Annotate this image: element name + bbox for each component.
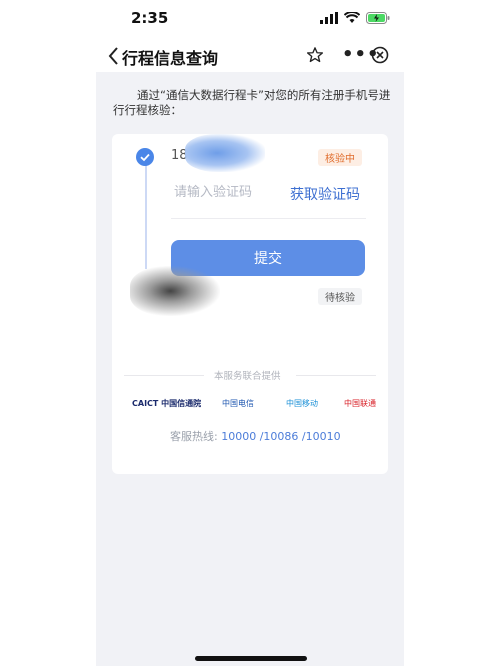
- home-indicator: [195, 656, 307, 661]
- china-mobile-logo: 中国移动: [286, 399, 318, 408]
- description-text: 通过“通信大数据行程卡”对您的所有注册手机号进行行程核验：: [113, 88, 391, 117]
- hotline-number-mobile[interactable]: /10086: [260, 430, 299, 443]
- blurred-phone-number-2: [130, 266, 220, 316]
- status-icons: [320, 12, 390, 24]
- close-circle-icon[interactable]: [371, 46, 389, 64]
- caict-logo: CAICT 中国信通院: [132, 399, 202, 408]
- china-telecom-logo: 中国电信: [222, 399, 254, 408]
- hotline-label: 客服热线:: [170, 430, 218, 443]
- status-badge-verifying: 核验中: [318, 149, 362, 166]
- star-icon[interactable]: [306, 46, 324, 64]
- china-unicom-logo: 中国联通: [344, 399, 376, 408]
- step-connector-line: [145, 164, 147, 269]
- customer-service-hotline: 客服热线: 10000 /10086 /10010: [170, 428, 341, 444]
- signal-icon: [320, 12, 338, 24]
- get-code-button[interactable]: 获取验证码: [290, 184, 360, 204]
- provider-logos: CAICT 中国信通院 中国电信 中国移动 中国联通: [132, 396, 376, 416]
- hotline-number-telecom[interactable]: 10000: [221, 430, 256, 443]
- status-badge-pending: 待核验: [318, 288, 362, 305]
- provider-divider: 本服务联合提供: [124, 368, 376, 382]
- blurred-phone-number: [185, 134, 265, 172]
- page-title: 行程信息查询: [122, 49, 219, 68]
- provider-line-right: [296, 375, 376, 376]
- hotline-number-unicom[interactable]: /10010: [302, 430, 341, 443]
- check-circle-icon: [136, 148, 154, 166]
- input-divider: [171, 218, 366, 219]
- verification-code-input[interactable]: [174, 180, 284, 204]
- nav-bar: 行程信息查询 •••: [96, 40, 404, 72]
- back-chevron-icon[interactable]: [106, 44, 122, 68]
- status-bar: 2:35: [0, 0, 500, 40]
- provider-line-left: [124, 375, 204, 376]
- verification-card: 18 核验中 获取验证码 提交 待核验 本服务联合提供 CAICT 中国信通院 …: [112, 134, 388, 474]
- battery-icon: [366, 12, 390, 24]
- status-time: 2:35: [131, 9, 169, 27]
- provider-text: 本服务联合提供: [214, 371, 281, 382]
- wifi-icon: [344, 12, 360, 23]
